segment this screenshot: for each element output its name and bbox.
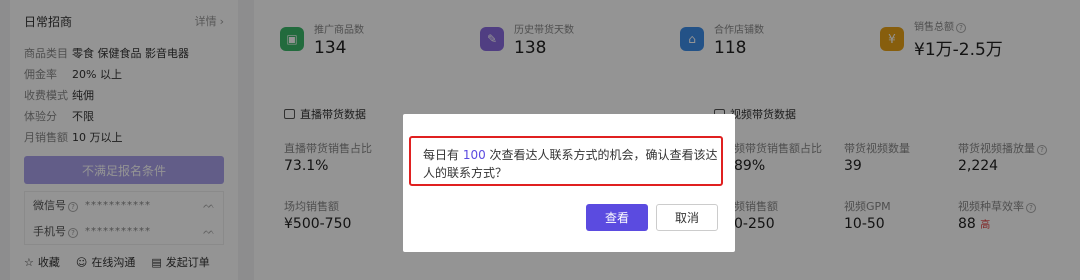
view-count: 100 [462, 148, 486, 162]
view-button[interactable]: 查看 [586, 204, 648, 231]
cancel-button[interactable]: 取消 [656, 204, 718, 231]
confirm-dialog: 每日有 100 次查看达人联系方式的机会，确认查看该达人的联系方式？ 查看 取消 [403, 114, 735, 252]
dialog-message: 每日有 100 次查看达人联系方式的机会，确认查看该达人的联系方式？ [423, 148, 718, 180]
